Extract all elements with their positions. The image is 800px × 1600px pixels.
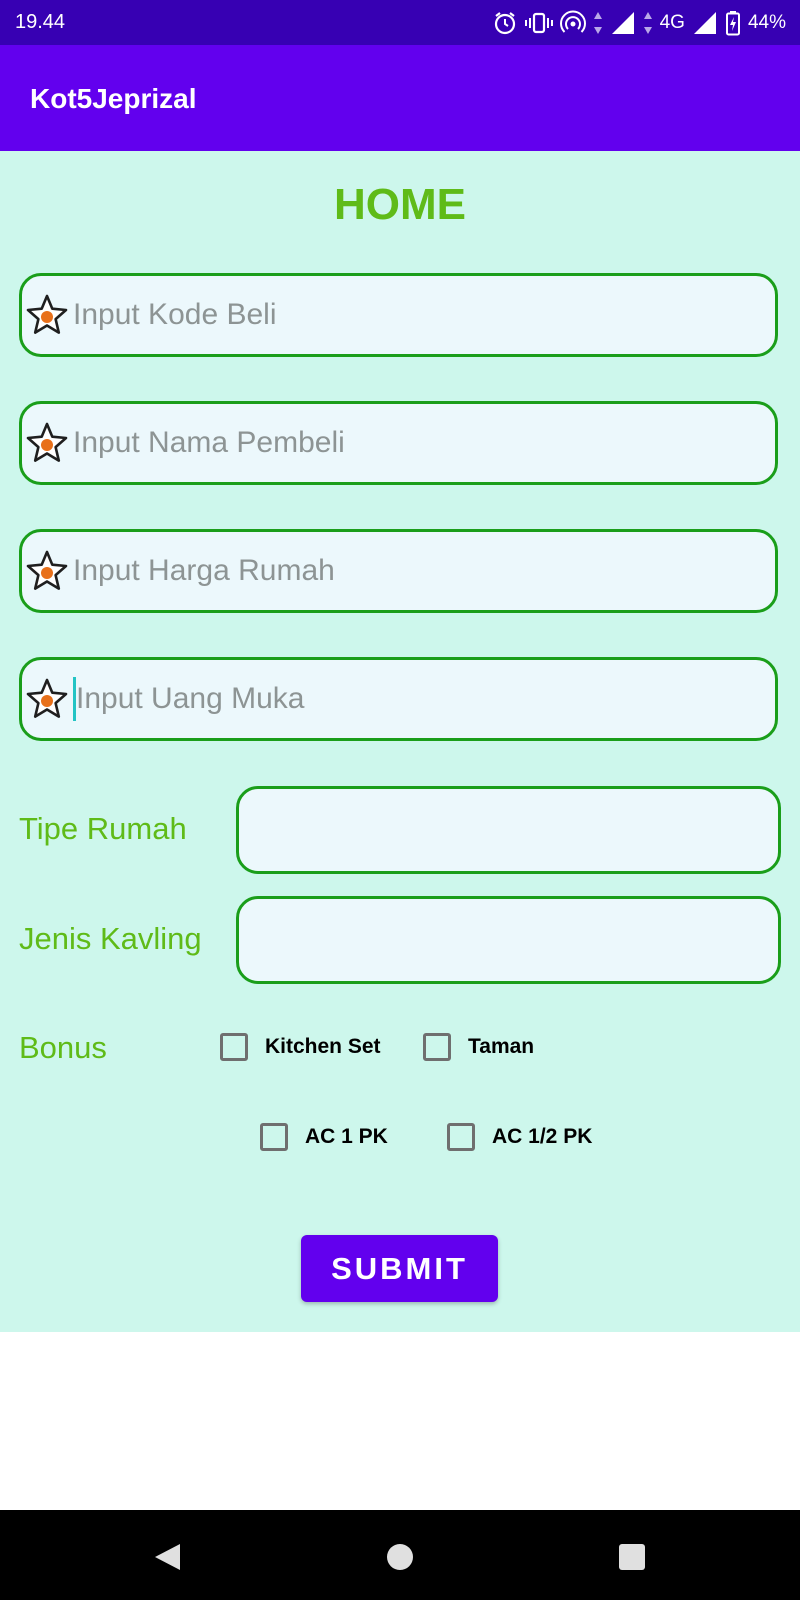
- star-icon: [25, 293, 69, 337]
- checkbox-box[interactable]: [447, 1123, 475, 1151]
- recents-icon[interactable]: [617, 1542, 647, 1572]
- signal-icon: [693, 12, 716, 34]
- home-icon[interactable]: [385, 1542, 415, 1572]
- star-icon: [25, 677, 69, 721]
- checkbox-label: Kitchen Set: [265, 1035, 381, 1058]
- uang-muka-placeholder: Input Uang Muka: [76, 682, 305, 715]
- jenis-kavling-field[interactable]: [236, 896, 781, 984]
- checkbox-taman[interactable]: Taman: [423, 1033, 534, 1061]
- checkbox-box[interactable]: [260, 1123, 288, 1151]
- checkbox-ac-half-pk[interactable]: AC 1/2 PK: [447, 1123, 592, 1151]
- checkbox-label: AC 1 PK: [305, 1125, 388, 1148]
- hotspot-icon: [559, 10, 586, 33]
- checkbox-box[interactable]: [423, 1033, 451, 1061]
- checkbox-label: AC 1/2 PK: [492, 1125, 593, 1148]
- checkbox-kitchen-set[interactable]: Kitchen Set: [220, 1033, 381, 1061]
- data-arrows-icon: [593, 12, 602, 34]
- kode-beli-input[interactable]: Input Kode Beli: [19, 273, 778, 357]
- app-bar: Kot5Jeprizal: [0, 45, 800, 151]
- harga-rumah-placeholder: Input Harga Rumah: [73, 554, 335, 587]
- harga-rumah-input[interactable]: Input Harga Rumah: [19, 529, 778, 613]
- checkbox-label: Taman: [468, 1035, 535, 1058]
- vibrate-icon: [524, 12, 553, 34]
- bonus-label: Bonus: [19, 1030, 107, 1065]
- navigation-bar: [0, 1510, 800, 1600]
- checkbox-ac-1pk[interactable]: AC 1 PK: [260, 1123, 388, 1151]
- tipe-rumah-label: Tipe Rumah: [19, 811, 187, 846]
- status-bar: 19.44 4G 44%: [0, 0, 800, 45]
- data-arrows-icon: [643, 12, 652, 34]
- star-icon: [25, 549, 69, 593]
- tipe-rumah-field[interactable]: [236, 786, 781, 874]
- app-title: Kot5Jeprizal: [30, 83, 197, 114]
- submit-button[interactable]: SUBMIT: [301, 1235, 498, 1302]
- form-container: HOME Input Kode Beli Input Nama Pembeli …: [0, 151, 800, 1332]
- alarm-icon: [494, 12, 515, 35]
- jenis-kavling-label: Jenis Kavling: [19, 921, 202, 956]
- battery-charging-icon: [725, 11, 740, 36]
- status-icons: 4G 44%: [492, 8, 786, 38]
- page-title: HOME: [334, 180, 466, 229]
- signal-icon: [611, 12, 634, 34]
- battery-percent: 44%: [747, 12, 786, 33]
- network-type: 4G: [659, 12, 685, 33]
- nama-pembeli-placeholder: Input Nama Pembeli: [73, 426, 345, 459]
- checkbox-box[interactable]: [220, 1033, 248, 1061]
- kode-beli-placeholder: Input Kode Beli: [73, 298, 277, 331]
- status-time: 19.44: [15, 11, 66, 33]
- back-icon[interactable]: [152, 1542, 182, 1572]
- nama-pembeli-input[interactable]: Input Nama Pembeli: [19, 401, 778, 485]
- star-icon: [25, 421, 69, 465]
- uang-muka-input[interactable]: Input Uang Muka: [19, 657, 778, 741]
